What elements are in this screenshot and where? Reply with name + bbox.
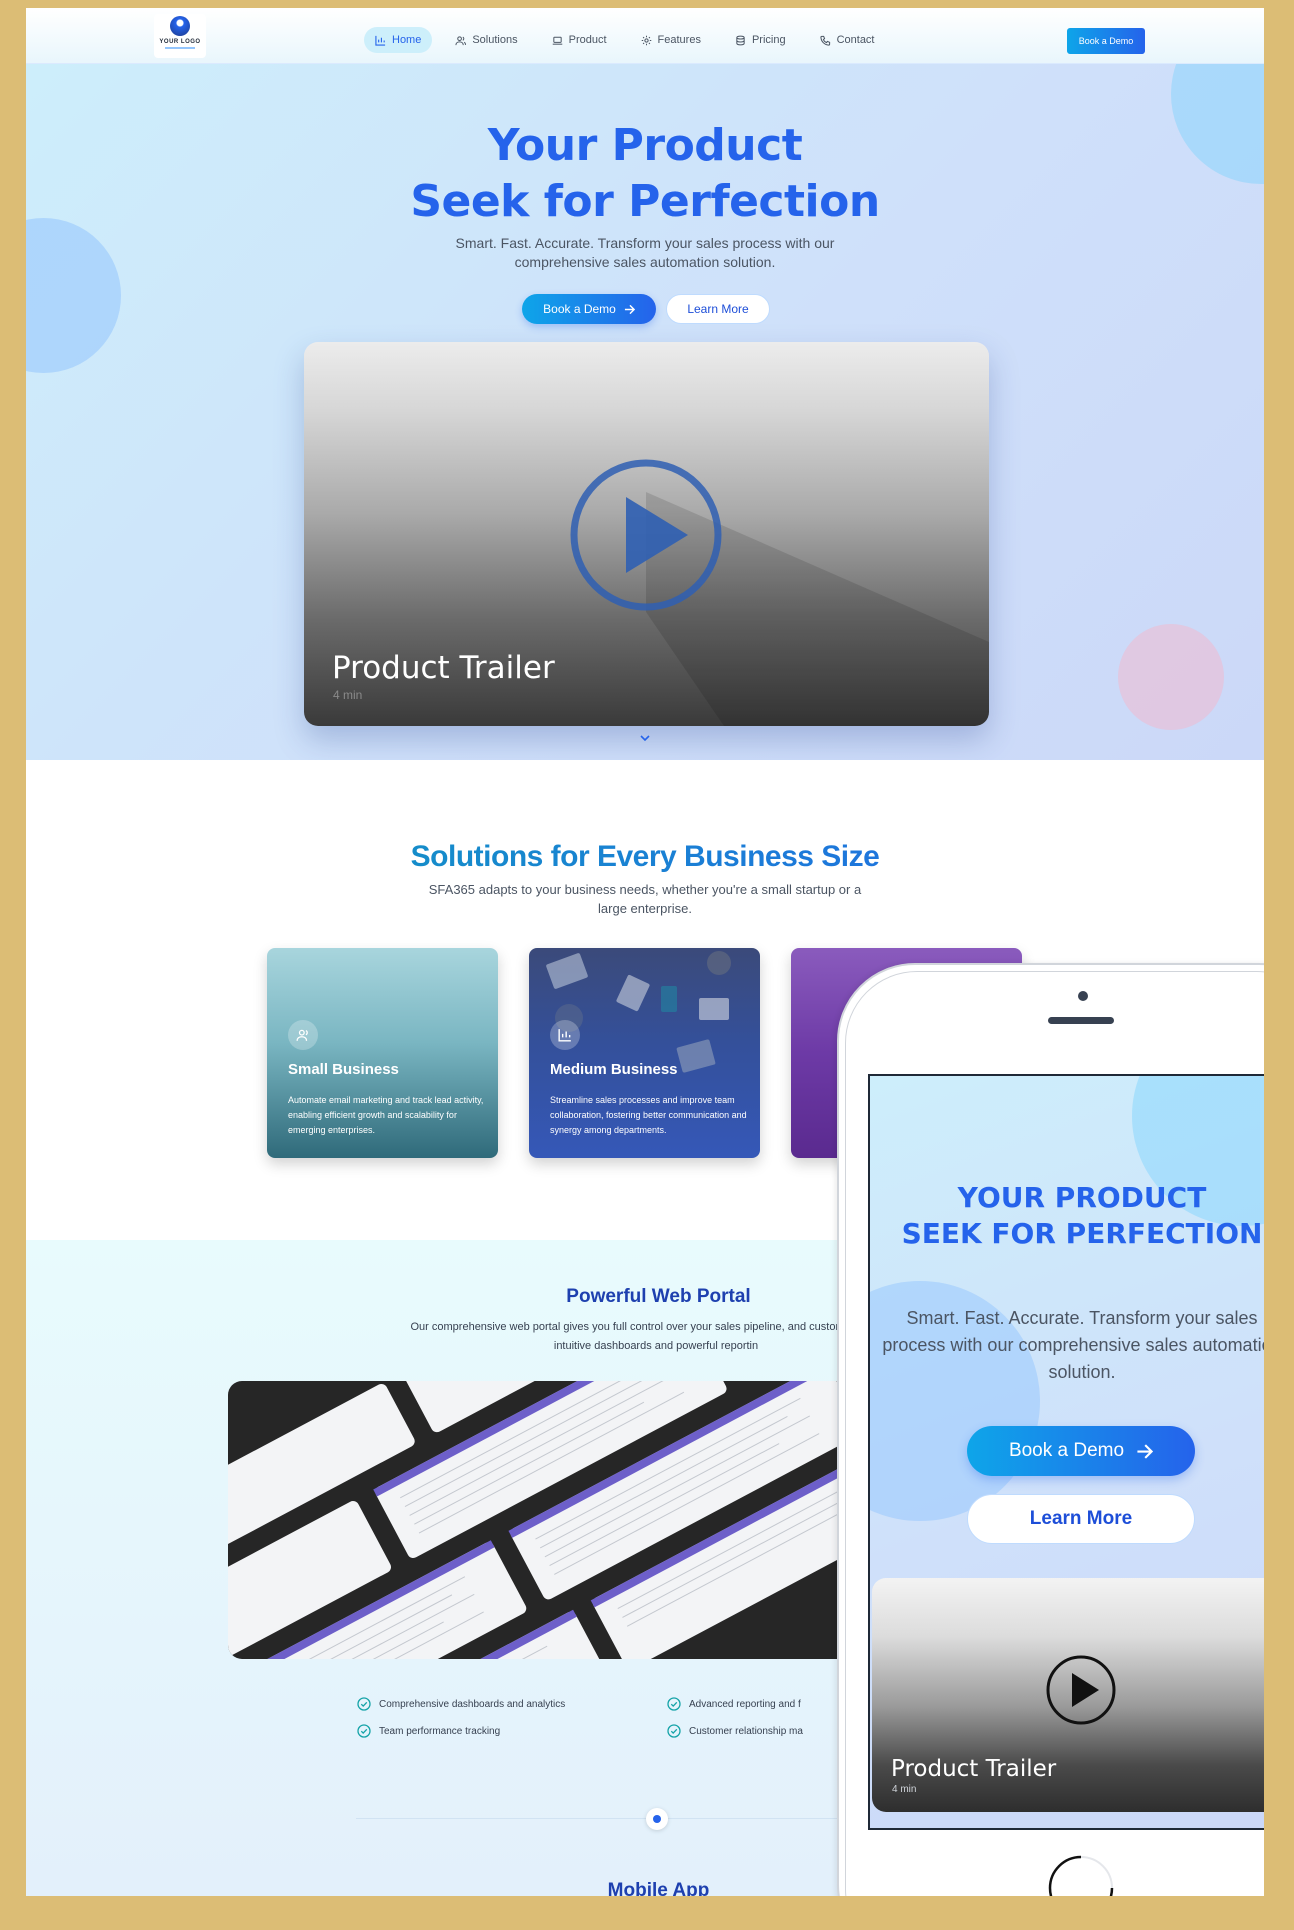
phone-icon	[819, 35, 830, 46]
nav-book-demo-button[interactable]: Book a Demo	[1067, 28, 1145, 54]
hero-section: Your Product Seek for Perfection Smart. …	[26, 64, 1264, 760]
home-button-icon[interactable]	[1048, 1855, 1114, 1896]
users-icon	[288, 1020, 318, 1050]
phone-hero-title: YOUR PRODUCT SEEK FOR PERFECTION	[870, 1180, 1264, 1252]
top-navbar: YOUR LOGO Home Solutions Product Feature…	[26, 8, 1264, 64]
users-icon	[455, 35, 467, 45]
chart-icon	[375, 35, 386, 46]
phone-title-line1: YOUR PRODUCT	[957, 1181, 1207, 1214]
logo-mark-icon	[170, 16, 190, 36]
nav-item-label: Product	[568, 34, 607, 46]
nav-item-solutions[interactable]: Solutions	[444, 27, 528, 53]
gear-icon	[641, 35, 651, 45]
portal-screenshot	[228, 1381, 868, 1659]
phone-title-line2: SEEK FOR PERFECTION	[901, 1217, 1263, 1250]
nav-item-contact[interactable]: Contact	[809, 27, 886, 53]
nav-item-product[interactable]: Product	[541, 27, 618, 53]
logo[interactable]: YOUR LOGO	[154, 14, 206, 58]
phone-learn-more-button[interactable]: Learn More	[967, 1494, 1195, 1544]
hero-subtitle: Smart. Fast. Accurate. Transform your sa…	[455, 235, 835, 270]
phone-book-demo-button[interactable]: Book a Demo	[967, 1426, 1195, 1476]
feature-label: Comprehensive dashboards and analytics	[379, 1698, 566, 1710]
database-icon	[736, 35, 745, 45]
video-duration: 4 min	[892, 1784, 917, 1795]
nav-item-label: Contact	[836, 34, 875, 46]
hero-learn-more-button[interactable]: Learn More	[666, 294, 770, 324]
nav-item-label: Features	[657, 34, 701, 46]
hero-title-line1: Your Product	[487, 120, 803, 171]
arrow-right-icon	[624, 304, 635, 314]
phone-hero-subtitle: Smart. Fast. Accurate. Transform your sa…	[882, 1308, 1264, 1382]
feature-item: Team performance tracking	[357, 1724, 500, 1738]
nav-item-pricing[interactable]: Pricing	[724, 27, 797, 53]
page-frame: YOUR LOGO Home Solutions Product Feature…	[26, 8, 1264, 1896]
check-circle-icon	[357, 1697, 371, 1711]
solution-card-medium-business[interactable]: Medium Business Streamline sales process…	[529, 948, 760, 1158]
nav-item-features[interactable]: Features	[630, 27, 712, 53]
hero-title: Your Product Seek for Perfection	[26, 118, 1264, 230]
video-title: Product Trailer	[332, 650, 555, 686]
arrow-right-icon	[1137, 1443, 1154, 1459]
card-title: Small Business	[288, 1061, 399, 1078]
chart-icon	[550, 1020, 580, 1050]
laptop-icon	[552, 36, 562, 45]
feature-label: Customer relationship ma	[689, 1725, 803, 1737]
decor-circle	[1118, 624, 1224, 730]
feature-item: Advanced reporting and f	[667, 1697, 801, 1711]
video-duration: 4 min	[333, 688, 363, 702]
video-title: Product Trailer	[891, 1756, 1057, 1782]
phone-screen: YOUR PRODUCT SEEK FOR PERFECTION Smart. …	[868, 1074, 1264, 1830]
dashboard-mockup	[228, 1381, 868, 1659]
phone-product-trailer-video[interactable]: Product Trailer 4 min	[872, 1578, 1264, 1812]
card-title: Medium Business	[550, 1061, 678, 1078]
card-description: Automate email marketing and track lead …	[288, 1095, 484, 1135]
check-circle-icon	[667, 1697, 681, 1711]
play-icon[interactable]	[1045, 1654, 1117, 1726]
play-icon[interactable]	[568, 457, 724, 613]
feature-item: Customer relationship ma	[667, 1724, 803, 1738]
nav-item-label: Solutions	[472, 34, 518, 46]
chevron-down-icon[interactable]	[639, 732, 651, 744]
nav-item-label: Pricing	[751, 34, 786, 46]
logo-tagline-line	[165, 47, 195, 49]
solutions-title: Solutions for Every Business Size	[26, 840, 1264, 874]
solutions-subtitle: SFA365 adapts to your business needs, wh…	[428, 882, 862, 916]
logo-text: YOUR LOGO	[159, 39, 201, 45]
carousel-dot[interactable]	[646, 1808, 668, 1830]
decor-circle	[26, 218, 121, 373]
card-description: Streamline sales processes and improve t…	[550, 1095, 747, 1135]
solution-card-small-business[interactable]: Small Business Automate email marketing …	[267, 948, 498, 1158]
speaker-grille	[1048, 1017, 1114, 1024]
hero-title-line2: Seek for Perfection	[410, 176, 880, 227]
feature-item: Comprehensive dashboards and analytics	[357, 1697, 565, 1711]
nav-item-home[interactable]: Home	[364, 27, 433, 53]
nav-item-label: Home	[392, 34, 422, 46]
button-label: Book a Demo	[543, 302, 616, 316]
camera-icon	[1078, 991, 1088, 1001]
nav-links: Home Solutions Product Features Pricing …	[364, 27, 886, 53]
check-circle-icon	[667, 1724, 681, 1738]
check-circle-icon	[357, 1724, 371, 1738]
product-trailer-video[interactable]: Product Trailer 4 min	[304, 342, 989, 726]
feature-label: Team performance tracking	[379, 1725, 501, 1737]
button-label: Book a Demo	[1008, 1440, 1125, 1461]
section-divider	[356, 1818, 896, 1819]
mobile-preview-phone: YOUR PRODUCT SEEK FOR PERFECTION Smart. …	[837, 963, 1264, 1896]
feature-label: Advanced reporting and f	[689, 1698, 801, 1710]
hero-book-demo-button[interactable]: Book a Demo	[522, 294, 656, 324]
